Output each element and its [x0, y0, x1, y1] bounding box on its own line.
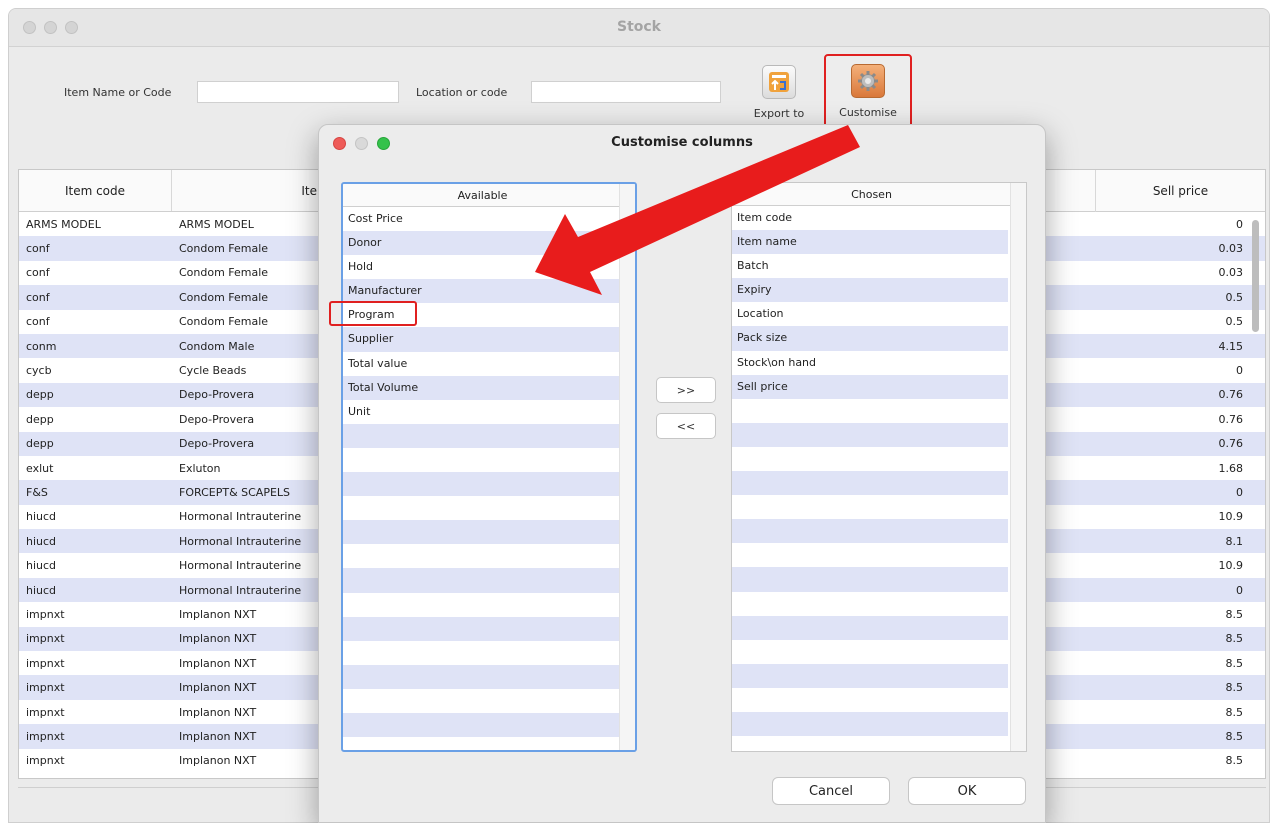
sell-price-cell: 0.76	[1218, 437, 1244, 451]
available-header: Available	[343, 184, 623, 207]
sell-price-cell: 0	[1236, 217, 1243, 231]
window-title: Stock	[616, 19, 661, 35]
chosen-column-item[interactable]: Item name	[732, 230, 1008, 255]
empty-list-row	[343, 689, 619, 713]
sell-price-cell: 0.5	[1225, 290, 1244, 304]
empty-list-row	[343, 472, 619, 497]
available-column-item[interactable]: Unit	[343, 400, 619, 424]
location-filter-input[interactable]	[531, 81, 721, 103]
sell-price-cell: 8.5	[1225, 705, 1244, 719]
sell-price-cell: 8.5	[1225, 754, 1244, 768]
available-column-item[interactable]: Supplier	[343, 327, 619, 352]
empty-list-row	[343, 641, 619, 665]
empty-list-row	[732, 567, 1008, 592]
empty-list-row	[343, 448, 619, 472]
available-column-item[interactable]: Hold	[343, 255, 619, 279]
sell-price-cell: 0.03	[1218, 242, 1244, 256]
empty-list-row	[732, 688, 1008, 712]
empty-list-row	[732, 663, 1008, 688]
chosen-column-item[interactable]: Sell price	[732, 374, 1008, 399]
empty-list-row	[732, 399, 1008, 423]
chosen-column-item[interactable]: Expiry	[732, 278, 1008, 303]
sell-price-cell: 1.68	[1218, 461, 1244, 475]
export-label: Export to	[753, 107, 805, 120]
chosen-column-item[interactable]: Batch	[732, 254, 1008, 278]
chosen-scrollbar[interactable]	[1010, 183, 1026, 751]
chosen-column-item[interactable]: Stock\on hand	[732, 351, 1008, 375]
sell-price-cell: 8.5	[1225, 681, 1244, 695]
empty-list-row	[343, 496, 619, 520]
available-scrollbar[interactable]	[619, 184, 635, 750]
sell-price-cell: 4.15	[1218, 339, 1244, 353]
available-column-item[interactable]: Total Volume	[343, 375, 619, 400]
available-list-body: Cost Price Donor Hold Manufacturer Program Su…	[343, 207, 635, 738]
cancel-button[interactable]: Cancel	[772, 777, 890, 805]
item-filter-input[interactable]	[197, 81, 399, 103]
empty-list-row	[732, 495, 1008, 519]
export-icon	[762, 65, 796, 99]
window-titlebar: Stock	[9, 9, 1269, 47]
empty-list-row	[732, 711, 1008, 737]
sell-price-cell: 0	[1236, 364, 1243, 378]
export-button[interactable]: Export to	[736, 57, 822, 133]
customise-button[interactable]: Customise	[824, 54, 912, 128]
empty-list-row	[343, 423, 619, 448]
empty-list-row	[732, 615, 1008, 640]
empty-list-row	[732, 640, 1008, 664]
sell-price-cell: 0	[1236, 583, 1243, 597]
customise-columns-dialog: Customise columns Available Cost Price Do…	[318, 124, 1046, 823]
empty-list-row	[343, 616, 619, 641]
empty-list-row	[732, 447, 1008, 471]
empty-list-row	[343, 520, 619, 545]
item-filter-label: Item Name or Code	[64, 86, 172, 99]
sell-price-cell: 8.5	[1225, 607, 1244, 621]
dialog-title: Customise columns	[611, 135, 753, 150]
gear-icon	[851, 64, 885, 98]
chosen-header: Chosen	[732, 183, 1012, 206]
empty-list-row	[343, 664, 619, 689]
sell-price-cell: 10.9	[1218, 510, 1244, 524]
column-header-item-code[interactable]: Item code	[19, 170, 172, 211]
table-scrollbar[interactable]	[1252, 220, 1259, 332]
sell-price-cell: 0.5	[1225, 315, 1244, 329]
empty-list-row	[343, 544, 619, 568]
empty-list-row	[732, 471, 1008, 496]
sell-price-cell: 8.5	[1225, 656, 1244, 670]
empty-list-row	[343, 593, 619, 617]
remove-column-button[interactable]: <<	[656, 413, 716, 439]
empty-list-row	[343, 712, 619, 738]
empty-list-row	[732, 543, 1008, 567]
sell-price-cell: 0.03	[1218, 266, 1244, 280]
column-header-item-name[interactable]: Ite	[172, 170, 322, 211]
chosen-column-item[interactable]: Item code	[732, 206, 1008, 230]
sell-price-cell: 10.9	[1218, 559, 1244, 573]
empty-list-row	[732, 422, 1008, 447]
available-column-item[interactable]: Total value	[343, 352, 619, 376]
chosen-column-item[interactable]: Pack size	[732, 326, 1008, 351]
ok-button[interactable]: OK	[908, 777, 1026, 805]
sell-price-cell: 0	[1236, 485, 1243, 499]
customise-label: Customise	[839, 106, 897, 119]
sell-price-cell: 8.1	[1225, 534, 1244, 548]
add-column-button[interactable]: >>	[656, 377, 716, 403]
chosen-list-body: Item code Item name Batch Expiry Location Pac…	[732, 206, 1026, 737]
available-columns-list[interactable]: Available Cost Price Donor Hold Manufacture…	[341, 182, 637, 752]
sell-price-cell: 8.5	[1225, 632, 1244, 646]
available-column-item[interactable]: Donor	[343, 231, 619, 256]
available-column-item[interactable]: Manufacturer	[343, 279, 619, 304]
program-highlight-box	[329, 301, 417, 326]
chosen-column-item[interactable]: Location	[732, 302, 1008, 326]
sell-price-cell: 0.76	[1218, 412, 1244, 426]
empty-list-row	[732, 592, 1008, 616]
sell-price-cell: 8.5	[1225, 729, 1244, 743]
available-column-item[interactable]: Cost Price	[343, 207, 619, 231]
dialog-titlebar: Customise columns	[319, 125, 1045, 163]
column-header-sell-price[interactable]: Sell price	[1095, 170, 1265, 212]
empty-list-row	[732, 519, 1008, 544]
sell-price-cell: 0.76	[1218, 388, 1244, 402]
chosen-columns-list[interactable]: Chosen Item code Item name Batch Expiry Loca…	[731, 182, 1027, 752]
location-filter-label: Location or code	[416, 86, 508, 99]
empty-list-row	[343, 568, 619, 593]
